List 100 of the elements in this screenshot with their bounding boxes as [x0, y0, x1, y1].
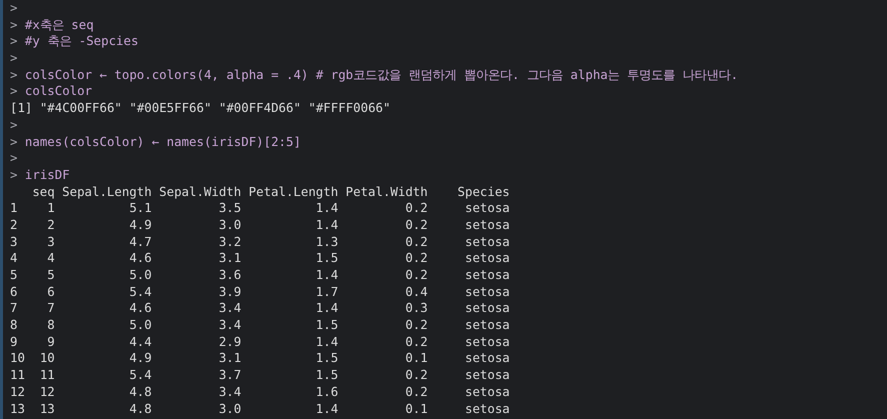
- row-name: 6: [10, 284, 18, 299]
- table-cell: 13: [40, 400, 55, 416]
- table-cell: 1.4: [316, 400, 338, 416]
- row-name: 8: [10, 317, 18, 332]
- table-cell: 4.9: [129, 216, 152, 232]
- table-cell: 1.4: [316, 334, 338, 349]
- table-cell: 0.2: [405, 267, 428, 282]
- table-cell: setosa: [464, 200, 510, 216]
- table-cell: 3.0: [218, 216, 242, 232]
- command-text: colsColor: [24, 83, 92, 100]
- table-cell: 11: [40, 367, 55, 382]
- table-cell: 0.2: [405, 250, 428, 266]
- row-name: 3: [10, 234, 18, 249]
- column-header: Sepal.Width: [159, 184, 242, 199]
- table-cell: 4.8: [129, 384, 152, 399]
- row-name: 4: [10, 250, 18, 266]
- row-name: 7: [10, 300, 18, 316]
- table-cell: 0.2: [405, 317, 428, 332]
- row-name: 11: [10, 367, 25, 382]
- table-cell: 0.2: [405, 384, 428, 399]
- table-cell: 5.1: [129, 200, 152, 216]
- table-cell: 5: [47, 267, 55, 282]
- table-cell: 4: [47, 250, 55, 266]
- command-text: #x축은 seq: [24, 16, 94, 34]
- prompt: >: [10, 33, 18, 50]
- output-text: [1] "#4C00FF66" "#00E5FF66" "#00FF4D66" "#FFFF0066": [10, 100, 390, 117]
- table-cell: setosa: [464, 284, 510, 299]
- table-cell: 4.4: [129, 334, 152, 349]
- table-cell: 0.2: [405, 334, 428, 349]
- table-cell: setosa: [464, 367, 510, 382]
- prompt: >: [10, 83, 18, 100]
- table-cell: setosa: [464, 216, 510, 232]
- table-cell: 0.1: [405, 350, 428, 366]
- column-header: Petal.Length: [248, 184, 338, 199]
- table-cell: 1.3: [316, 234, 338, 249]
- table-cell: 5.0: [129, 267, 152, 282]
- table-cell: 0.2: [405, 367, 428, 382]
- table-cell: 3.5: [218, 200, 242, 216]
- table-cell: 3: [47, 234, 55, 249]
- row-name: 10: [10, 350, 25, 366]
- table-cell: setosa: [464, 317, 510, 332]
- table-cell: setosa: [464, 400, 510, 416]
- table-cell: 2.9: [218, 334, 242, 349]
- table-cell: 3.2: [218, 234, 242, 249]
- table-cell: setosa: [464, 350, 510, 366]
- prompt: >: [10, 134, 18, 150]
- table-cell: 6: [47, 284, 55, 299]
- table-cell: 3.4: [218, 317, 242, 332]
- row-name: 5: [10, 267, 18, 282]
- row-name: 1: [10, 200, 18, 216]
- table-cell: 3.4: [218, 384, 242, 399]
- table-cell: 3.1: [218, 350, 242, 366]
- table-cell: 1: [47, 200, 55, 216]
- row-name: 2: [10, 216, 18, 232]
- table-cell: 3.6: [218, 267, 242, 282]
- table-cell: 4.9: [129, 350, 152, 366]
- table-cell: 0.3: [405, 300, 428, 316]
- table-cell: 1.6: [316, 384, 338, 399]
- table-cell: 5.4: [129, 367, 152, 382]
- table-cell: 4.6: [129, 300, 152, 316]
- table-cell: 10: [40, 350, 55, 366]
- table-cell: 1.4: [316, 200, 338, 216]
- prompt: >: [10, 166, 18, 184]
- row-name: 9: [10, 334, 18, 349]
- prompt: >: [10, 50, 18, 67]
- table-cell: 2: [47, 216, 55, 232]
- row-name: 12: [10, 384, 25, 399]
- table-cell: 12: [40, 384, 55, 399]
- command-text: #y 축은 -Sepcies: [24, 33, 138, 50]
- table-cell: setosa: [464, 334, 510, 349]
- table-cell: 0.4: [405, 284, 428, 299]
- table-cell: 7: [47, 300, 55, 316]
- table-cell: 4.7: [129, 234, 152, 249]
- table-cell: 0.2: [405, 234, 428, 249]
- table-cell: 1.5: [316, 250, 338, 266]
- table-cell: 8: [47, 317, 55, 332]
- table-cell: 3.9: [218, 284, 242, 299]
- command-text: colsColor ← topo.colors(4, alpha = .4) # rgb코드값을 랜덤하게 뽑아온다. 그다음 alpha는 투명도를 나타낸다.: [24, 66, 738, 84]
- table-cell: 0.1: [405, 400, 428, 416]
- table-cell: 5.0: [129, 317, 152, 332]
- table-cell: setosa: [464, 267, 510, 282]
- table-cell: setosa: [464, 384, 510, 399]
- table-cell: 1.7: [316, 284, 338, 299]
- prompt: >: [10, 150, 18, 167]
- table-cell: 4.6: [129, 250, 152, 266]
- table-cell: 3.1: [218, 250, 242, 266]
- table-cell: 0.2: [405, 216, 428, 232]
- column-header: Species: [458, 184, 510, 199]
- column-header: seq: [32, 184, 55, 199]
- table-cell: 3.7: [218, 367, 242, 382]
- table-cell: 4.8: [129, 400, 152, 416]
- table-cell: 5.4: [129, 284, 152, 299]
- column-header: Sepal.Length: [62, 184, 152, 199]
- prompt: >: [10, 16, 18, 34]
- table-cell: 1.5: [316, 367, 338, 382]
- table-cell: 9: [47, 334, 55, 349]
- table-cell: setosa: [464, 234, 510, 249]
- prompt: >: [10, 66, 18, 84]
- table-cell: 1.4: [316, 267, 338, 282]
- table-cell: 0.2: [405, 200, 428, 216]
